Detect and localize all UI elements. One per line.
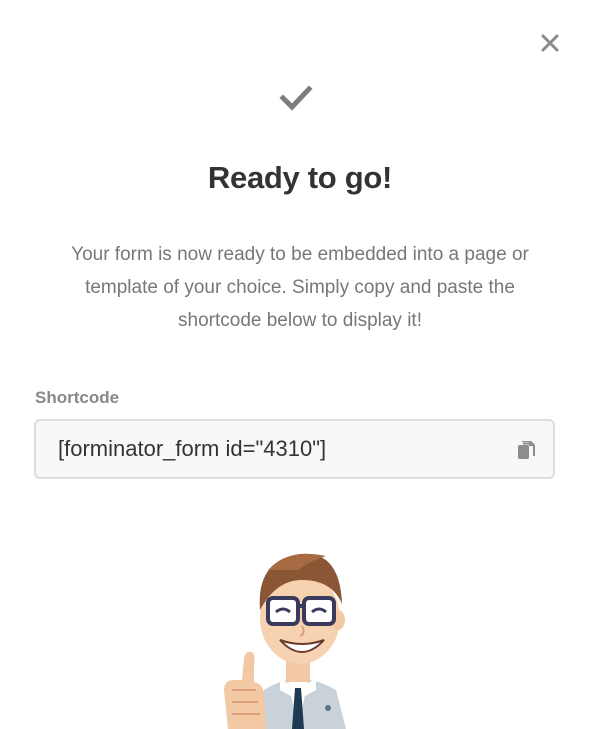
shortcode-label: Shortcode xyxy=(35,388,120,407)
shortcode-field[interactable]: [forminator_form id="4310"] xyxy=(34,419,555,479)
checkmark-icon xyxy=(279,85,313,111)
shortcode-value[interactable]: [forminator_form id="4310"] xyxy=(58,436,326,462)
close-button[interactable] xyxy=(535,28,565,58)
copy-icon xyxy=(518,441,535,459)
close-icon xyxy=(541,34,559,52)
ready-modal: Ready to go! Your form is now ready to b… xyxy=(0,0,600,729)
modal-description: Your form is now ready to be embedded in… xyxy=(71,244,529,331)
modal-title: Ready to go! xyxy=(207,160,393,195)
mascot-illustration xyxy=(224,553,346,729)
copy-button[interactable] xyxy=(516,439,538,461)
